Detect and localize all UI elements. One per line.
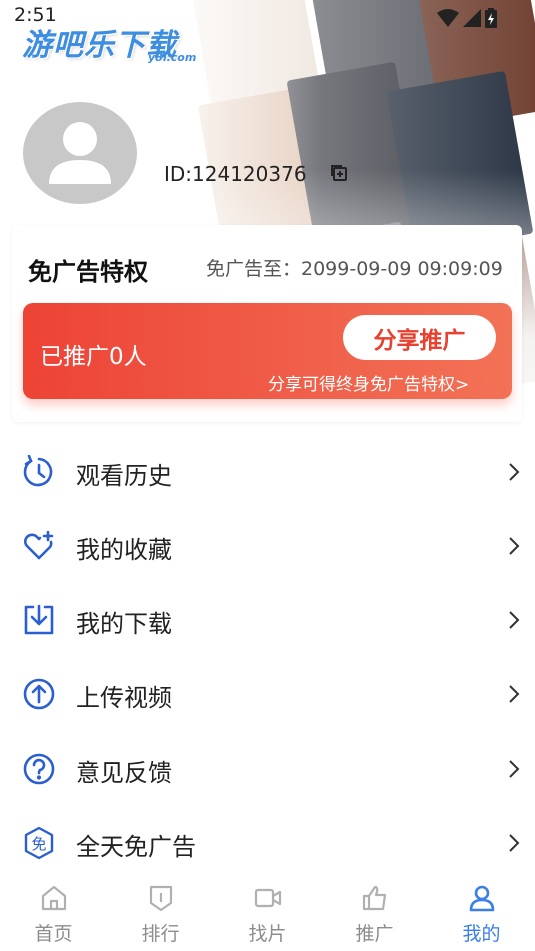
status-icons bbox=[437, 8, 497, 32]
upload-icon bbox=[22, 677, 56, 711]
copy-icon[interactable] bbox=[330, 164, 348, 186]
menu-item-favorites[interactable]: 我的收藏 bbox=[0, 515, 535, 575]
tab-mine[interactable]: 我的 bbox=[428, 875, 535, 951]
video-camera-icon bbox=[253, 883, 283, 913]
tab-promote[interactable]: 推广 bbox=[321, 875, 428, 951]
feedback-question-icon bbox=[22, 752, 56, 786]
ad-free-expiry: 免广告至：2099-09-09 09:09:09 bbox=[206, 258, 503, 280]
menu-label: 意见反馈 bbox=[76, 759, 172, 787]
menu-item-ad-free[interactable]: 免 全天免广告 bbox=[0, 812, 535, 872]
tab-label: 找片 bbox=[248, 923, 287, 945]
user-id: ID:124120376 bbox=[164, 162, 307, 186]
menu-label: 我的下载 bbox=[76, 610, 172, 638]
thumbs-up-icon bbox=[360, 883, 390, 913]
battery-icon bbox=[485, 8, 497, 32]
favorite-heart-icon bbox=[22, 529, 56, 563]
tab-label: 首页 bbox=[34, 923, 73, 945]
person-icon bbox=[467, 883, 497, 913]
svg-text:免: 免 bbox=[31, 835, 46, 853]
default-avatar-icon bbox=[49, 122, 111, 184]
watermark-logo: 游吧乐下载 y8l.com bbox=[22, 20, 196, 64]
ad-free-title: 免广告特权 bbox=[28, 258, 148, 286]
menu-item-history[interactable]: 观看历史 bbox=[0, 441, 535, 501]
chevron-right-icon bbox=[508, 536, 520, 560]
avatar[interactable] bbox=[23, 102, 137, 204]
ranking-icon bbox=[146, 883, 176, 913]
tab-home[interactable]: 首页 bbox=[0, 875, 107, 951]
tab-label: 我的 bbox=[462, 923, 501, 945]
wifi-icon bbox=[437, 9, 459, 31]
menu-label: 我的收藏 bbox=[76, 536, 172, 564]
history-icon bbox=[22, 454, 56, 489]
menu-label: 全天免广告 bbox=[76, 833, 196, 861]
menu-label: 观看历史 bbox=[76, 462, 172, 490]
bottom-tab-bar: 首页 排行 找片 推广 我的 bbox=[0, 875, 535, 951]
tab-ranking[interactable]: 排行 bbox=[107, 875, 214, 951]
chevron-right-icon bbox=[508, 833, 520, 857]
signal-icon bbox=[463, 9, 481, 31]
tab-label: 排行 bbox=[141, 923, 180, 945]
share-tip-link[interactable]: 分享可得终身免广告特权> bbox=[268, 370, 469, 395]
tab-find-video[interactable]: 找片 bbox=[214, 875, 321, 951]
promoted-count: 已推广0人 bbox=[40, 344, 147, 370]
chevron-right-icon bbox=[508, 684, 520, 708]
download-icon bbox=[22, 603, 56, 637]
chevron-right-icon bbox=[508, 462, 520, 486]
share-promote-button[interactable]: 分享推广 bbox=[343, 315, 496, 360]
ad-free-badge-icon: 免 bbox=[22, 826, 56, 860]
chevron-right-icon bbox=[508, 759, 520, 783]
menu-item-feedback[interactable]: 意见反馈 bbox=[0, 738, 535, 798]
menu-label: 上传视频 bbox=[76, 684, 172, 712]
tab-label: 推广 bbox=[355, 923, 394, 945]
watermark-url: y8l.com bbox=[148, 51, 197, 64]
chevron-right-icon bbox=[508, 610, 520, 634]
menu-item-downloads[interactable]: 我的下载 bbox=[0, 589, 535, 649]
menu-item-upload[interactable]: 上传视频 bbox=[0, 663, 535, 723]
home-icon bbox=[39, 883, 69, 913]
